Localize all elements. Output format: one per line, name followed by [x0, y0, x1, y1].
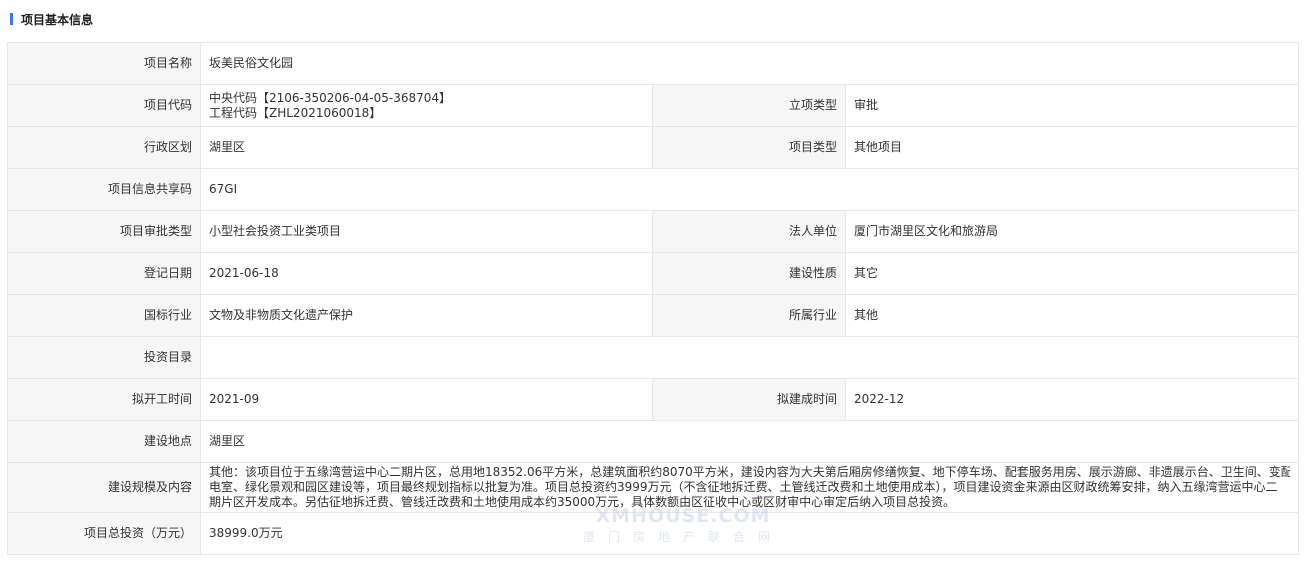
scale-content-value: 其他：该项目位于五缘湾营运中心二期片区，总用地18352.06平方米，总建筑面积…: [200, 462, 1299, 513]
field-label: 建设规模及内容: [7, 462, 201, 513]
legal-unit-value: 厦门市湖里区文化和旅游局: [845, 210, 1299, 253]
register-date-value: 2021-06-18: [200, 252, 653, 295]
field-label: 项目审批类型: [7, 210, 201, 253]
district-value: 湖里区: [200, 126, 653, 169]
table-row: 建设地点 湖里区: [7, 420, 1299, 463]
section-header: 项目基本信息: [0, 0, 1304, 38]
field-label: 建设地点: [7, 420, 201, 463]
field-label: 投资目录: [7, 336, 201, 379]
scale-content-line: 期片区开发成本。另估征地拆迁费、管线迁改费和土地使用成本约35000万元，具体数…: [209, 495, 956, 509]
investment-catalog-value: [200, 336, 1299, 379]
field-label: 法人单位: [652, 210, 846, 253]
share-code-value: 67GI: [200, 168, 1299, 211]
field-label: 所属行业: [652, 294, 846, 337]
table-row: 项目审批类型 小型社会投资工业类项目 法人单位 厦门市湖里区文化和旅游局: [7, 210, 1299, 253]
construction-nature-value: 其它: [845, 252, 1299, 295]
field-label: 项目类型: [652, 126, 846, 169]
table-row: 投资目录: [7, 336, 1299, 379]
table-row: 项目名称 坂美民俗文化园: [7, 42, 1299, 85]
table-row: 项目总投资（万元） 38999.0万元: [7, 512, 1299, 555]
review-category-value: 小型社会投资工业类项目: [200, 210, 653, 253]
field-label: 登记日期: [7, 252, 201, 295]
field-label: 立项类型: [652, 84, 846, 127]
section-title: 项目基本信息: [21, 12, 94, 27]
field-label: 项目名称: [7, 42, 201, 85]
project-name-value: 坂美民俗文化园: [200, 42, 1299, 85]
table-row: 拟开工时间 2021-09 拟建成时间 2022-12: [7, 378, 1299, 421]
field-label: 建设性质: [652, 252, 846, 295]
project-code-value: 中央代码【2106-350206-04-05-368704】 工程代码【ZHL2…: [200, 84, 653, 127]
table-row: 行政区划 湖里区 项目类型 其他项目: [7, 126, 1299, 169]
scale-content-line: 其他：该项目位于五缘湾营运中心二期片区，总用地18352.06平方米，总建筑面积…: [209, 465, 1290, 479]
planned-completion-value: 2022-12: [845, 378, 1299, 421]
planned-start-value: 2021-09: [200, 378, 653, 421]
table-row: 项目代码 中央代码【2106-350206-04-05-368704】 工程代码…: [7, 84, 1299, 127]
field-label: 项目总投资（万元）: [7, 512, 201, 555]
field-label: 项目代码: [7, 84, 201, 127]
approval-type-value: 审批: [845, 84, 1299, 127]
total-investment-value: 38999.0万元: [200, 512, 1299, 555]
field-label: 国标行业: [7, 294, 201, 337]
field-label: 项目信息共享码: [7, 168, 201, 211]
field-label: 拟开工时间: [7, 378, 201, 421]
project-info-table: 项目名称 坂美民俗文化园 项目代码 中央代码【2106-350206-04-05…: [7, 42, 1299, 555]
field-label: 拟建成时间: [652, 378, 846, 421]
table-row: 项目信息共享码 67GI: [7, 168, 1299, 211]
table-row: 国标行业 文物及非物质文化遗产保护 所属行业 其他: [7, 294, 1299, 337]
location-value: 湖里区: [200, 420, 1299, 463]
scale-content-line: 电室、绿化景观和园区建设等，项目最终规划指标以批复为准。项目总投资约3999万元…: [209, 480, 1278, 494]
field-label: 行政区划: [7, 126, 201, 169]
industry-value: 其他: [845, 294, 1299, 337]
engineering-code: 工程代码【ZHL2021060018】: [209, 105, 382, 120]
table-row: 建设规模及内容 其他：该项目位于五缘湾营运中心二期片区，总用地18352.06平…: [7, 462, 1299, 513]
section-accent-bar: [10, 13, 13, 25]
central-code: 中央代码【2106-350206-04-05-368704】: [209, 90, 452, 105]
project-type-value: 其他项目: [845, 126, 1299, 169]
table-row: 登记日期 2021-06-18 建设性质 其它: [7, 252, 1299, 295]
national-industry-value: 文物及非物质文化遗产保护: [200, 294, 653, 337]
